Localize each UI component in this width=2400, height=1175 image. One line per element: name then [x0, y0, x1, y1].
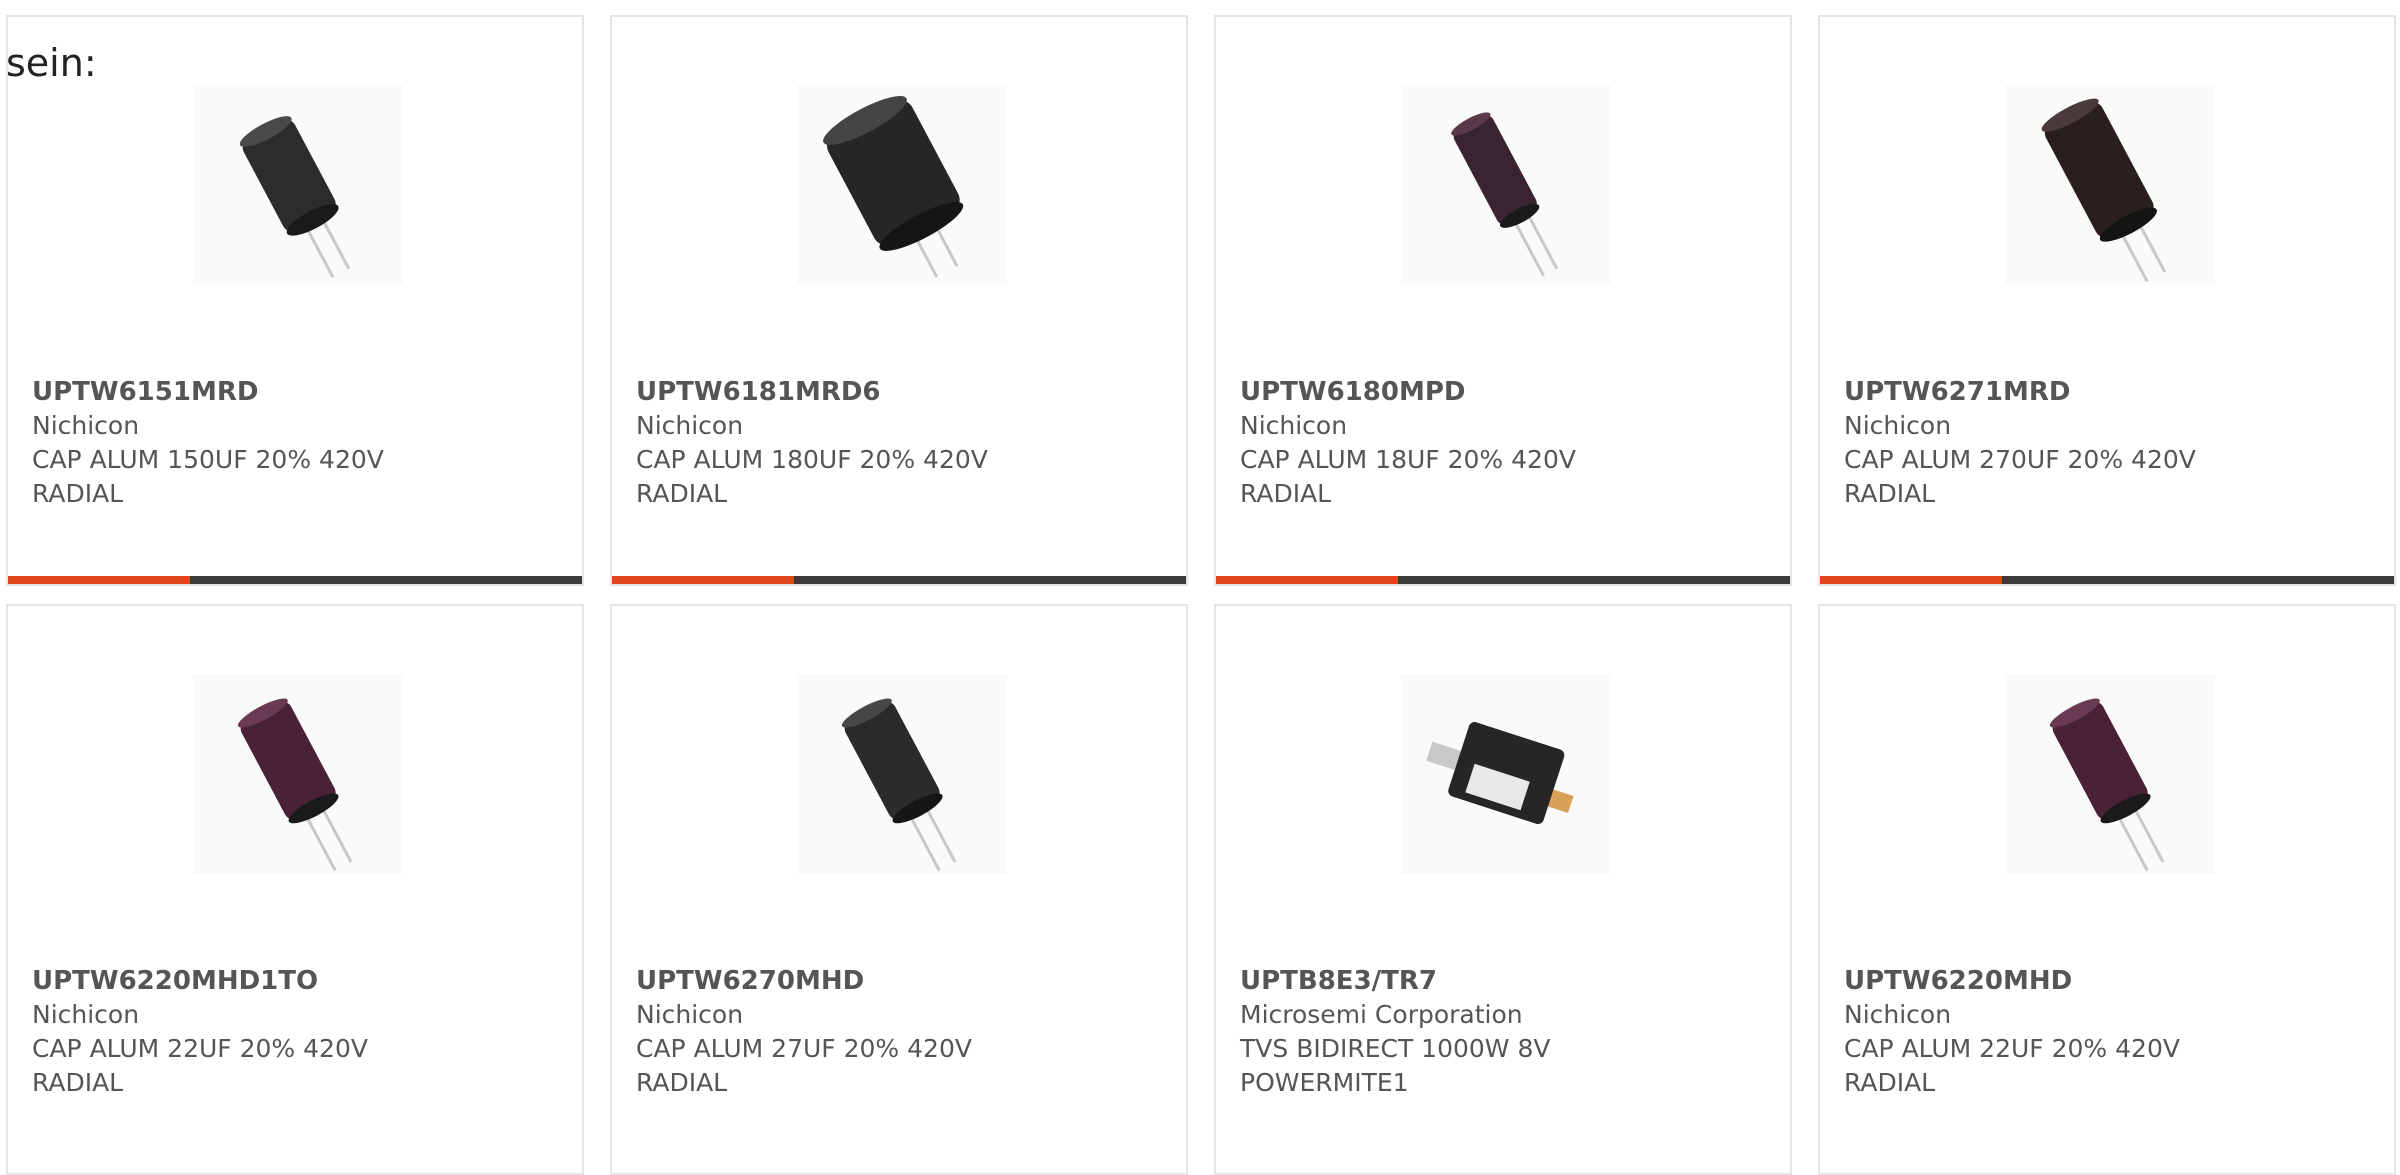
radial-capacitor-icon — [237, 698, 353, 872]
card-bar — [1820, 576, 2394, 584]
product-card[interactable]: UPTW6180MPD Nichicon CAP ALUM 18UF 20% 4… — [1214, 15, 1792, 586]
product-card[interactable]: UPTW6151MRD Nichicon CAP ALUM 150UF 20% … — [6, 15, 584, 586]
product-image[interactable] — [2005, 674, 2215, 874]
description: CAP ALUM 27UF 20% 420V RADIAL — [636, 1034, 972, 1097]
part-number[interactable]: UPTW6271MRD — [1844, 375, 2070, 409]
description: CAP ALUM 270UF 20% 420V RADIAL — [1844, 445, 2196, 508]
part-number[interactable]: UPTW6180MPD — [1240, 375, 1465, 409]
part-number[interactable]: UPTW6220MHD — [1844, 964, 2072, 998]
description: CAP ALUM 18UF 20% 420V RADIAL — [1240, 445, 1576, 508]
product-image[interactable] — [193, 674, 403, 874]
product-card[interactable]: UPTW6181MRD6 Nichicon CAP ALUM 180UF 20%… — [610, 15, 1188, 586]
product-card[interactable]: UPTW6270MHD Nichicon CAP ALUM 27UF 20% 4… — [610, 604, 1188, 1175]
product-card[interactable]: UPTW6271MRD Nichicon CAP ALUM 270UF 20% … — [1818, 15, 2396, 586]
manufacturer: Nichicon — [32, 411, 140, 440]
part-number[interactable]: UPTB8E3/TR7 — [1240, 964, 1437, 998]
product-image[interactable] — [797, 674, 1007, 874]
card-bar — [612, 576, 1186, 584]
product-image[interactable] — [2005, 85, 2215, 285]
part-number[interactable]: UPTW6181MRD6 — [636, 375, 881, 409]
part-number[interactable]: UPTW6270MHD — [636, 964, 864, 998]
description: CAP ALUM 150UF 20% 420V RADIAL — [32, 445, 384, 508]
manufacturer: Nichicon — [32, 1000, 140, 1029]
manufacturer: Nichicon — [1844, 411, 1952, 440]
product-image[interactable] — [193, 85, 403, 285]
card-bar — [1216, 576, 1790, 584]
radial-capacitor-icon — [2049, 698, 2165, 872]
description: CAP ALUM 22UF 20% 420V RADIAL — [1844, 1034, 2180, 1097]
radial-capacitor-icon — [1451, 112, 1559, 277]
manufacturer: Microsemi Corporation — [1240, 1000, 1523, 1029]
manufacturer: Nichicon — [1240, 411, 1348, 440]
card-bar-accent — [1820, 576, 2002, 584]
radial-capacitor-icon — [841, 698, 957, 872]
product-card[interactable]: UPTB8E3/TR7 Microsemi Corporation TVS BI… — [1214, 604, 1792, 1175]
radial-capacitor-icon — [239, 116, 351, 278]
card-bar-accent — [8, 576, 190, 584]
product-card[interactable]: UPTW6220MHD Nichicon CAP ALUM 22UF 20% 4… — [1818, 604, 2396, 1175]
manufacturer: Nichicon — [636, 1000, 744, 1029]
product-image[interactable] — [1401, 85, 1611, 285]
product-image[interactable] — [797, 85, 1007, 285]
card-bar-accent — [612, 576, 794, 584]
description: TVS BIDIRECT 1000W 8V POWERMITE1 — [1240, 1034, 1551, 1097]
radial-capacitor-icon — [2041, 98, 2167, 283]
manufacturer: Nichicon — [636, 411, 744, 440]
card-bar — [8, 576, 582, 584]
header-fragment: sein: — [6, 41, 97, 85]
manufacturer: Nichicon — [1844, 1000, 1952, 1029]
description: CAP ALUM 22UF 20% 420V RADIAL — [32, 1034, 368, 1097]
part-number[interactable]: UPTW6151MRD — [32, 375, 258, 409]
product-image[interactable] — [1401, 674, 1611, 874]
card-bar-accent — [1216, 576, 1398, 584]
product-card[interactable]: UPTW6220MHD1TO Nichicon CAP ALUM 22UF 20… — [6, 604, 584, 1175]
smd-diode-icon — [1426, 722, 1574, 825]
part-number[interactable]: UPTW6220MHD1TO — [32, 964, 318, 998]
description: CAP ALUM 180UF 20% 420V RADIAL — [636, 445, 988, 508]
radial-capacitor-icon — [823, 96, 964, 278]
